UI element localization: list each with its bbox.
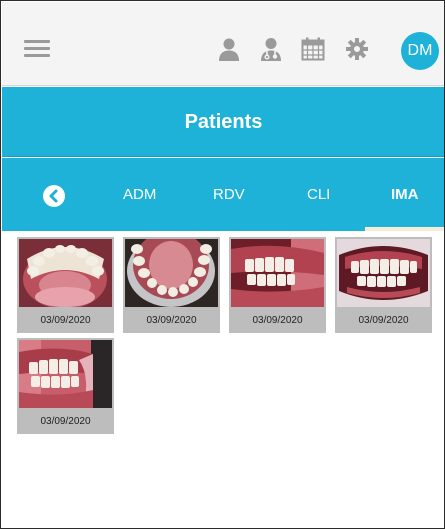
image-thumbnail[interactable]: 03/09/2020 (335, 237, 432, 333)
tab-cli[interactable]: CLI (307, 186, 330, 203)
dental-photo-front (337, 239, 430, 307)
image-thumbnail[interactable]: 03/09/2020 (229, 237, 326, 333)
app-window: DM Patients ADM RDV CLI IMA 03/09/2020 0… (0, 0, 445, 529)
user-avatar[interactable]: DM (401, 32, 439, 70)
dental-photo-lower-arch (19, 239, 112, 307)
image-thumbnail[interactable]: 03/09/2020 (17, 237, 114, 333)
tab-adm[interactable]: ADM (123, 186, 156, 203)
dental-photo-upper-arch (125, 239, 218, 307)
image-thumbnail[interactable]: 03/09/2020 (17, 338, 114, 434)
tab-rdv[interactable]: RDV (213, 186, 245, 203)
image-date: 03/09/2020 (146, 315, 197, 326)
tab-ima[interactable]: IMA (391, 186, 419, 203)
image-date: 03/09/2020 (40, 416, 91, 427)
top-bar: DM (2, 2, 444, 86)
image-date: 03/09/2020 (40, 315, 91, 326)
page-title: Patients (184, 111, 263, 133)
doctor-icon[interactable] (258, 36, 284, 62)
user-icon[interactable] (216, 36, 242, 62)
image-date: 03/09/2020 (252, 315, 303, 326)
gear-icon[interactable] (345, 37, 369, 61)
title-band: Patients (2, 87, 444, 157)
active-tab-indicator (365, 227, 444, 231)
tab-bar: ADM RDV CLI IMA (2, 158, 444, 231)
image-thumbnail[interactable]: 03/09/2020 (123, 237, 220, 333)
dental-photo-right-side (231, 239, 324, 307)
dental-photo-left-side (19, 340, 112, 408)
image-date: 03/09/2020 (358, 315, 409, 326)
calendar-icon[interactable] (300, 36, 326, 62)
menu-icon[interactable] (24, 38, 50, 60)
chevron-left-circle-icon[interactable] (43, 185, 65, 207)
